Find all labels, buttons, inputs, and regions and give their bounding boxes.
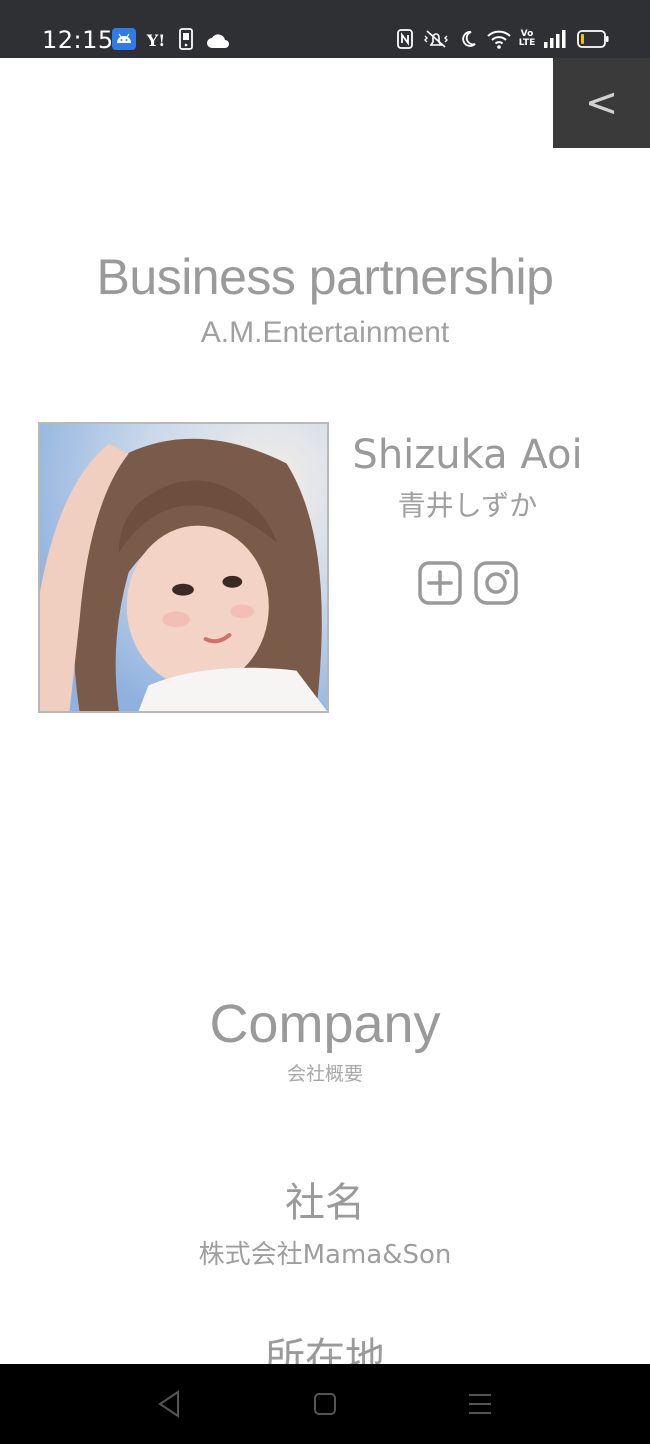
talent-name: Shizuka Aoi: [352, 432, 583, 478]
system-nav-bar: [0, 1364, 650, 1444]
menu-lines-icon[interactable]: [440, 1364, 520, 1444]
company-title: Company: [209, 994, 441, 1054]
back-button[interactable]: <: [553, 58, 650, 148]
talent-name-jp: 青井しずか: [397, 489, 538, 522]
instagram-icon[interactable]: [474, 561, 518, 605]
home-square-icon[interactable]: [285, 1364, 365, 1444]
social-links: [418, 561, 518, 605]
vibrate-icon: [421, 28, 451, 50]
company-name-label: 社名: [285, 1180, 365, 1226]
battery-icon: [577, 28, 609, 50]
back-triangle-icon[interactable]: [129, 1364, 209, 1444]
signal-icon: [542, 28, 568, 50]
volte-icon: Vo LTE: [518, 29, 536, 48]
company-subtitle: 会社概要: [286, 1063, 363, 1085]
moon-icon: [458, 28, 478, 50]
status-bar: 12:15 Y! Vo LTE: [0, 0, 650, 58]
cloud-icon: [206, 30, 230, 52]
phone-notification-icon: [178, 28, 194, 50]
page-title: Business partnership: [96, 249, 554, 305]
profile-photo: [38, 422, 329, 713]
nfc-icon: [396, 28, 414, 50]
status-time: 12:15: [42, 26, 114, 54]
android-icon: [112, 28, 136, 50]
company-name-value: 株式会社Mama&Son: [198, 1240, 452, 1270]
wifi-icon: [486, 28, 512, 50]
yahoo-icon: Y!: [146, 30, 166, 50]
page-subtitle: A.M.Entertainment: [200, 316, 450, 349]
plus-square-icon[interactable]: [418, 561, 462, 605]
